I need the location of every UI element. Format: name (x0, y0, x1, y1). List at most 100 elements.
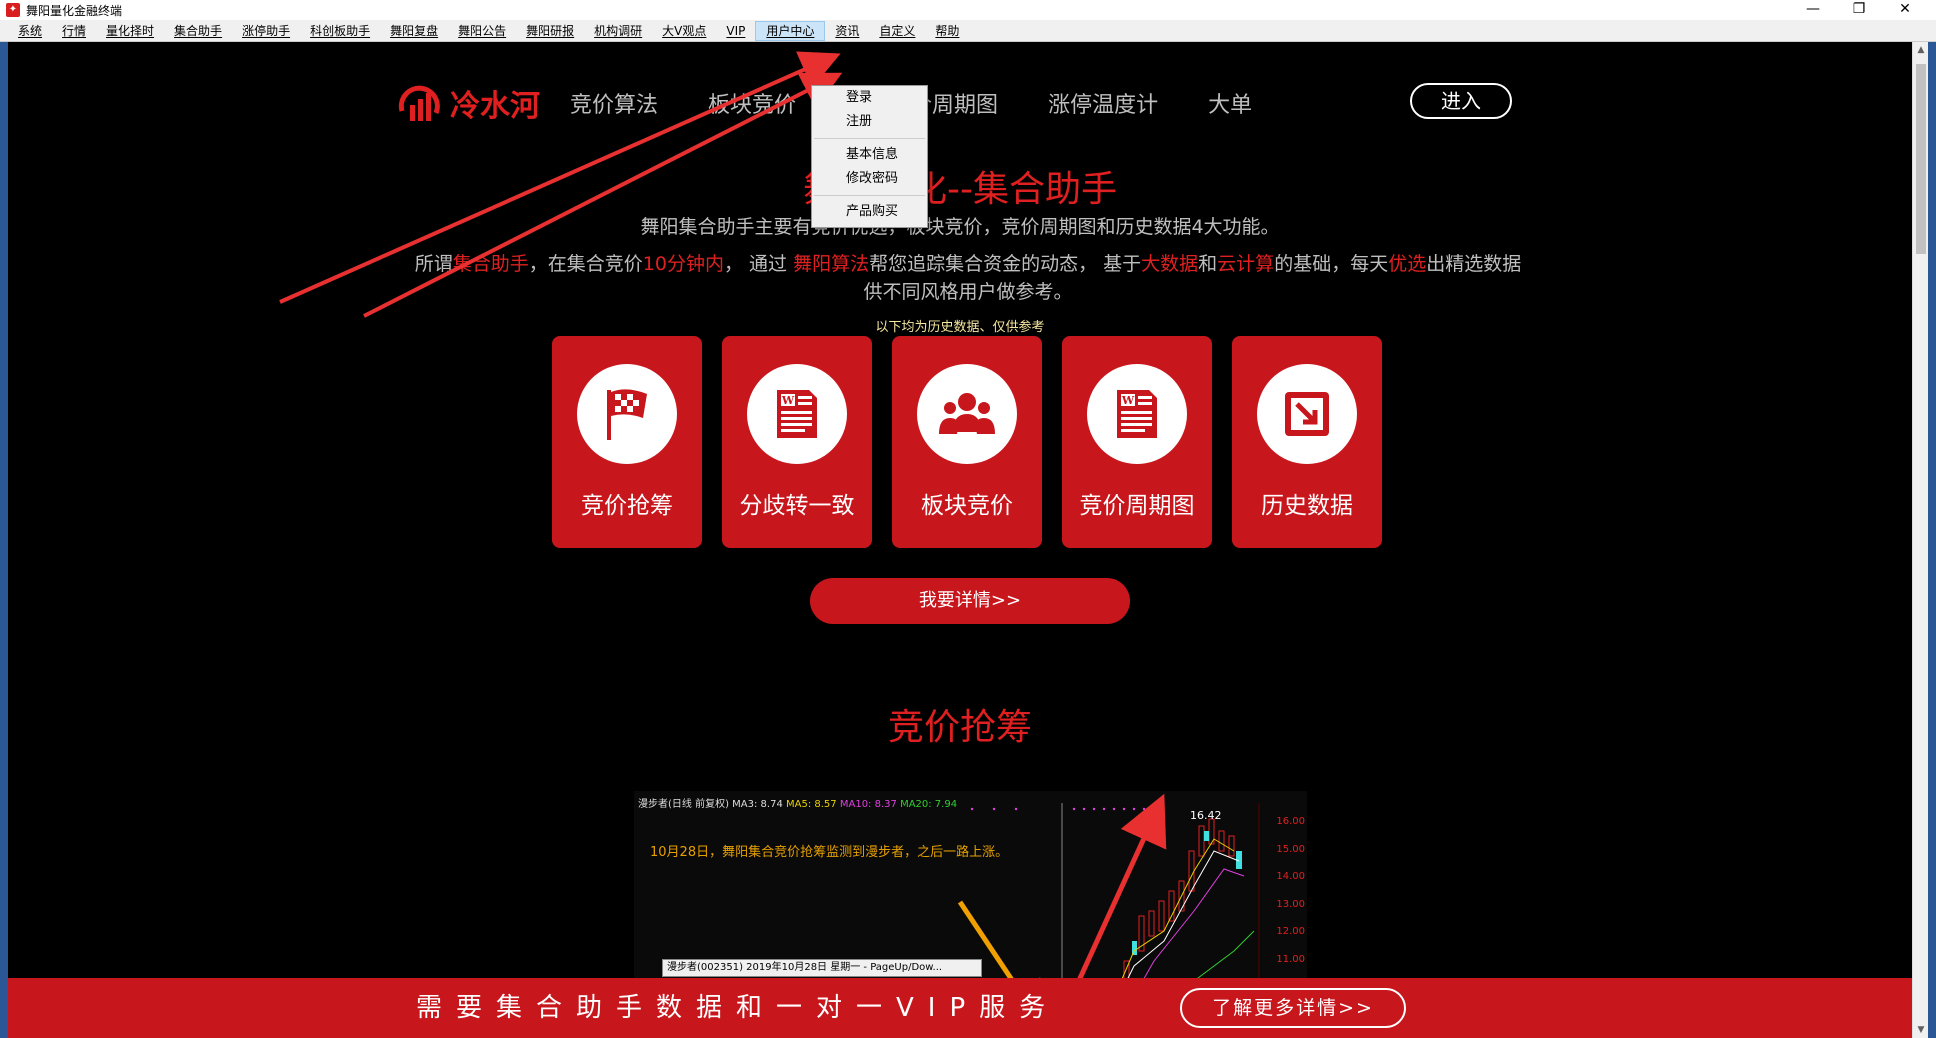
desc-text: 的基础，每天 (1274, 253, 1389, 275)
disclaimer-note: 以下均为历史数据、仅供参考 (875, 320, 1045, 335)
document-icon: W (1117, 390, 1157, 438)
desc-highlight: 云计算 (1217, 253, 1275, 275)
card-label: 历史数据 (1261, 493, 1353, 519)
desc-text: 供不同风格用户做参考。 (863, 281, 1073, 303)
nav-sector-auction[interactable]: 板块竞价 (708, 87, 796, 119)
card-icon-circle: W (1087, 364, 1187, 464)
desc-highlight: 优选 (1388, 253, 1427, 275)
menu-news[interactable]: 资讯 (825, 20, 869, 42)
minimize-button[interactable]: — (1790, 0, 1836, 20)
chart-peak-label: 16.42 (1190, 809, 1222, 822)
card-icon-circle (917, 364, 1017, 464)
menu-separator (814, 138, 925, 139)
right-border (1928, 42, 1936, 1038)
chart-popup-window[interactable]: 漫步者(002351) 2019年10月28日 星期一 - PageUp/Dow… (662, 959, 982, 977)
app-logo-icon: ✦ (6, 3, 20, 17)
chart-annotation: 10月28日，舞阳集合竞价抢筹监测到漫步者，之后一路上涨。 (650, 845, 1009, 860)
desc-text: ，在集合竞价 (528, 253, 643, 275)
svg-text:W: W (1121, 394, 1135, 407)
card-history[interactable]: 历史数据 (1232, 336, 1382, 548)
user-center-dropdown: 登录 注册 基本信息 修改密码 产品购买 (811, 85, 928, 228)
menu-timing[interactable]: 量化择时 (96, 20, 164, 42)
app-window: ✦ 舞阳量化金融终端 — ❐ ✕ 系统 行情 量化择时 集合助手 涨停助手 科创… (0, 0, 1936, 1038)
card-auction-grab[interactable]: 竞价抢筹 (552, 336, 702, 548)
scroll-down-icon[interactable]: ▼ (1913, 1022, 1929, 1038)
nav-limit-thermometer[interactable]: 涨停温度计 (1048, 87, 1158, 119)
enter-button[interactable]: 进入 (1410, 83, 1512, 119)
axis-label: 14.00 (1276, 871, 1305, 882)
desc-text: 所谓 (414, 253, 453, 275)
nav-big-orders[interactable]: 大单 (1208, 87, 1252, 119)
page-description: 所谓集合助手，在集合竞价10分钟内， 通过 舞阳算法帮您追踪集合资金的动态， 基… (388, 250, 1548, 306)
menu-user-center[interactable]: 用户中心 (755, 20, 826, 41)
card-label: 板块竞价 (921, 493, 1013, 519)
menu-star-board-helper[interactable]: 科创板助手 (300, 20, 380, 42)
menu-custom[interactable]: 自定义 (869, 20, 925, 42)
card-label: 竞价周期图 (1079, 493, 1195, 519)
desc-text: ， 通过 (723, 253, 794, 275)
menu-item-login[interactable]: 登录 (812, 86, 927, 110)
menu-vip[interactable]: VIP (716, 20, 755, 42)
menu-item-register[interactable]: 注册 (812, 110, 927, 134)
desc-highlight: 集合助手 (452, 253, 529, 275)
checkered-flag-icon (607, 389, 647, 440)
section-title: 竞价抢筹 (887, 707, 1032, 748)
group-icon (939, 393, 995, 434)
menu-announcements[interactable]: 舞阳公告 (448, 20, 516, 42)
axis-label: 11.00 (1276, 954, 1305, 965)
menu-bar: 系统 行情 量化择时 集合助手 涨停助手 科创板助手 舞阳复盘 舞阳公告 舞阳研… (0, 20, 1936, 42)
card-auction-cycle[interactable]: W 竞价周期图 (1062, 336, 1212, 548)
desc-text: 和 (1198, 253, 1218, 275)
nav-auction-algo[interactable]: 竞价算法 (570, 87, 658, 119)
external-link-icon (1285, 392, 1329, 436)
menu-review[interactable]: 舞阳复盘 (380, 20, 448, 42)
card-icon-circle (1257, 364, 1357, 464)
menu-quotes[interactable]: 行情 (52, 20, 96, 42)
site-logo[interactable]: 冷水河 (396, 81, 540, 125)
menu-item-basic-info[interactable]: 基本信息 (812, 143, 927, 167)
document-icon: W (777, 390, 817, 438)
menu-help[interactable]: 帮助 (925, 20, 969, 42)
web-content: 冷水河 竞价算法 板块竞价 板 竞价周期图 涨停温度计 大单 进入 舞阳量化--… (8, 42, 1912, 1038)
axis-label: 13.00 (1276, 899, 1305, 910)
banner-text: 需要集合助手数据和一对一VIP服务 (416, 993, 1060, 1023)
axis-label: 15.00 (1276, 844, 1305, 855)
axis-label: 12.00 (1276, 926, 1305, 937)
page-subtitle: 舞阳集合助手主要有竞价优选，板块竞价，竞价周期图和历史数据4大功能。 (640, 216, 1280, 238)
menu-institution-survey[interactable]: 机构调研 (584, 20, 652, 42)
menu-limit-up-helper[interactable]: 涨停助手 (232, 20, 300, 42)
menu-research[interactable]: 舞阳研报 (516, 20, 584, 42)
card-divergence[interactable]: W 分歧转一致 (722, 336, 872, 548)
logo-text: 冷水河 (450, 89, 540, 124)
desc-text: 出精选数据 (1426, 253, 1522, 275)
menu-system[interactable]: 系统 (8, 20, 52, 42)
desc-highlight: 10分钟内 (642, 253, 724, 275)
menu-separator (814, 195, 925, 196)
card-sector-auction[interactable]: 板块竞价 (892, 336, 1042, 548)
scroll-up-icon[interactable]: ▲ (1913, 42, 1929, 58)
desc-text: 帮您追踪集合资金的动态， 基于 (869, 253, 1142, 275)
learn-more-button[interactable]: 了解更多详情>> (1180, 988, 1406, 1028)
card-icon-circle: W (747, 364, 847, 464)
desc-highlight: 大数据 (1141, 253, 1199, 275)
menu-auction-helper[interactable]: 集合助手 (164, 20, 232, 42)
left-border (0, 42, 8, 1038)
menu-item-change-password[interactable]: 修改密码 (812, 167, 927, 191)
title-bar: ✦ 舞阳量化金融终端 — ❐ ✕ (0, 0, 1936, 20)
scrollbar-thumb[interactable] (1916, 64, 1926, 254)
restore-button[interactable]: ❐ (1836, 0, 1882, 20)
menu-bigv[interactable]: 大V观点 (652, 20, 716, 42)
card-icon-circle (577, 364, 677, 464)
window-title: 舞阳量化金融终端 (26, 3, 123, 18)
card-label: 竞价抢筹 (581, 493, 673, 519)
menu-item-purchase[interactable]: 产品购买 (812, 200, 927, 224)
details-button[interactable]: 我要详情>> (810, 578, 1130, 624)
svg-text:W: W (781, 394, 795, 407)
close-button[interactable]: ✕ (1882, 0, 1928, 20)
page-title: 舞阳量化--集合助手 (803, 169, 1117, 210)
axis-label: 16.00 (1276, 816, 1305, 827)
logo-icon (398, 85, 440, 121)
vip-banner: 需要集合助手数据和一对一VIP服务 了解更多详情>> (8, 978, 1912, 1038)
card-label: 分歧转一致 (739, 493, 855, 519)
vertical-scrollbar[interactable]: ▲ ▼ (1912, 42, 1928, 1038)
